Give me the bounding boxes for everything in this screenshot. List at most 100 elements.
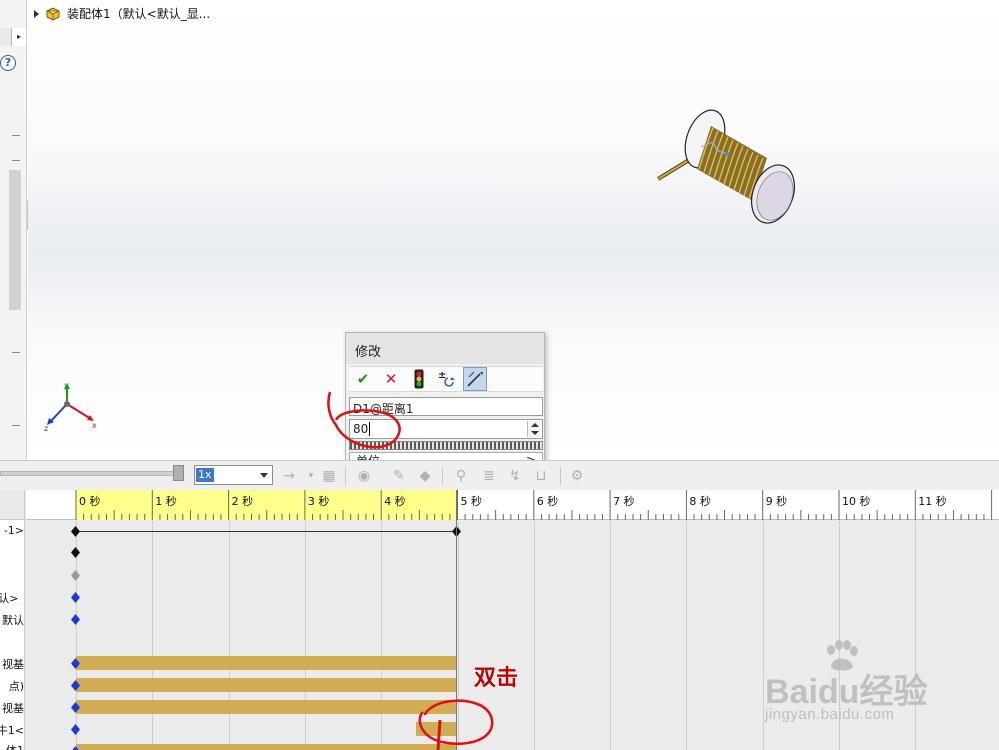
modify-dialog[interactable]: 修改 ✔ ✕ ± D1@距离1 80 [345,332,545,468]
tree-row[interactable]: 默认 [0,612,24,626]
panel-tab[interactable] [0,28,12,46]
grid-line [762,521,764,750]
motion-study-toolbar: 1x → ▾ ▦ ◉ ✎ ◆ ⚲ ≣ ↯ ⊔ ⚙ [0,460,999,490]
close-icon[interactable]: ✕ [379,367,403,391]
svg-text:z: z [44,424,48,432]
grid-line [686,521,688,750]
grid-line [381,521,383,750]
flyout-tree-header[interactable]: 装配体1（默认<默认_显... [34,5,210,22]
key-bar[interactable] [76,700,457,714]
panel-tabs[interactable]: ▸ [0,28,27,46]
divider [560,467,561,485]
dialog-toolbar: ✔ ✕ ± [349,366,543,392]
ruler-label: 0 秒 [79,495,101,508]
key-bar[interactable] [76,744,457,750]
divider [12,352,20,353]
ruler-label: 4 秒 [384,495,406,508]
ruler-label: 1 秒 [155,495,177,508]
tree-row[interactable]: -1> [0,524,24,538]
divider [442,467,443,485]
chevron-down-icon[interactable]: ▾ [302,467,320,485]
ruler-label: 11 秒 [918,495,947,508]
force-icon[interactable]: ↯ [506,467,524,485]
grid-line [533,521,535,750]
tree-row[interactable]: 牛1< [0,722,24,736]
svg-text:y: y [64,382,69,390]
dialog-title[interactable]: 修改 [346,333,544,364]
key-bar[interactable] [416,722,457,736]
spin-up-icon[interactable] [531,423,539,427]
ruler-label: 3 秒 [307,495,330,508]
svg-text:x: x [92,421,97,430]
keypoint-diamond[interactable] [71,547,80,558]
tree-row[interactable]: 视基 [0,700,24,714]
ruler-label: 9 秒 [765,495,788,508]
axis-triad: y x z [44,382,97,432]
keypoint-diamond[interactable] [71,724,80,735]
watermark-url: jingyan.baidu.com [765,706,895,723]
keypoint-diamond[interactable] [71,614,80,625]
dimension-value-input[interactable]: 80 [349,419,543,439]
gear-icon[interactable]: ⚙ [568,467,586,485]
expand-arrow-icon[interactable] [34,9,39,18]
key-duration-line [76,531,457,532]
tree-row[interactable]: 认>_ [0,590,24,604]
timeline-time-bar[interactable] [456,490,457,750]
tree-row[interactable]: 体1 [0,742,24,750]
keypoint-diamond[interactable] [71,526,80,537]
ruler-label: 8 秒 [689,495,711,508]
autokey-icon[interactable]: ◉ [355,467,373,485]
timeline-ruler[interactable]: 0 秒 1 秒 2 秒 3 秒 4 秒 5 秒 6 秒 7 秒 8 秒 9 秒 10 秒 11 秒 [26,490,999,520]
tree-row[interactable]: 点) [0,678,24,692]
checkmark-icon[interactable]: ✔ [351,367,375,391]
grid-line [304,521,306,750]
key-bar[interactable] [76,678,457,692]
value-spinner[interactable] [527,421,541,437]
damper-icon[interactable]: ≣ [480,467,498,485]
playback-slider-track[interactable] [0,471,178,476]
playback-slider-thumb[interactable] [173,465,184,481]
help-icon[interactable]: ? [0,55,16,71]
mark-dimension-icon[interactable] [463,367,487,391]
key-bar[interactable] [76,656,457,670]
add-key-icon[interactable]: ✎ [390,467,408,485]
grid-line [228,521,230,750]
keypoint-diamond[interactable] [71,592,80,603]
motor-icon[interactable]: ◆ [416,467,434,485]
motion-tree-header [0,490,24,520]
divider [12,135,20,136]
ruler-label: 7 秒 [613,495,635,508]
save-animation-icon[interactable]: → [280,467,298,485]
contact-icon[interactable]: ⊔ [532,467,550,485]
divider [12,160,20,161]
grid-line [457,521,459,750]
ruler-label: 5 秒 [460,495,483,508]
dimension-name-field[interactable]: D1@距离1 [349,397,543,416]
double-click-note: 双击 [474,666,519,691]
thumbwheel-slider[interactable] [349,441,543,450]
spin-down-icon[interactable] [531,431,539,435]
value-text: 80 [353,422,369,436]
ruler-label: 2 秒 [231,495,254,508]
divider [12,425,20,426]
motion-tree: -1> 认>_ 默认 视基 点) 视基 牛1< 体1 [0,490,25,750]
playback-speed-select[interactable]: 1x [194,465,273,485]
tab-scroll-right[interactable]: ▸ [12,28,26,46]
rebuild-icon[interactable] [407,367,431,391]
calculate-icon[interactable]: ▦ [320,467,338,485]
playback-speed-value: 1x [196,468,214,482]
spring-icon[interactable]: ⚲ [452,467,470,485]
grid-line [610,521,612,750]
chevron-down-icon [260,473,268,478]
panel-scrollbar[interactable] [9,170,21,310]
baidu-watermark: Baidu经验 jingyan.baidu.com [765,640,995,730]
grid-line [152,521,154,750]
assembly-icon [46,6,60,21]
divider [345,467,346,485]
reverse-sense-icon[interactable]: ± [435,367,459,391]
spool-model[interactable] [655,102,805,227]
keypoint-diamond[interactable] [71,570,80,581]
ruler-label: 6 秒 [536,495,559,508]
tree-row[interactable]: 视基 [0,656,24,670]
ruler-label: 10 秒 [842,495,871,508]
